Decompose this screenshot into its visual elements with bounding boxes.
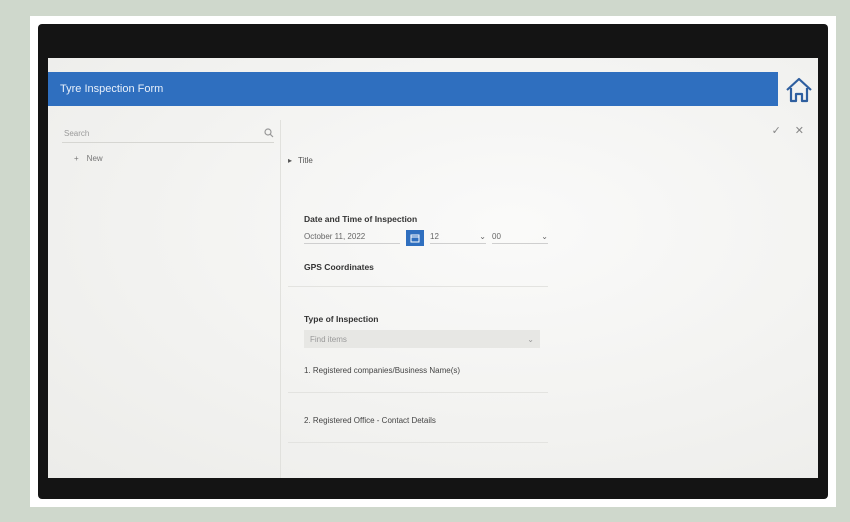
minute-value: 00	[492, 232, 501, 241]
app-title: Tyre Inspection Form	[60, 83, 164, 95]
date-time-row: October 11, 2022 12 ⌄ 00 ⌄	[304, 230, 548, 246]
plus-icon: +	[74, 154, 79, 163]
form-actions: ✓ ✕	[772, 124, 804, 137]
home-icon	[786, 77, 812, 103]
minute-select[interactable]: 00 ⌄	[492, 232, 548, 244]
chevron-down-icon: ⌄	[479, 232, 486, 241]
search-input[interactable]: Search	[62, 124, 274, 143]
sidebar: Search + New	[48, 120, 281, 478]
hour-select[interactable]: 12 ⌄	[430, 232, 486, 244]
type-dropdown[interactable]: Find items ⌄	[304, 330, 540, 348]
sidebar-item-new[interactable]: + New	[74, 154, 103, 163]
chevron-right-icon: ▸	[288, 156, 293, 165]
check-icon[interactable]: ✓	[772, 124, 781, 137]
dropdown-placeholder: Find items	[310, 334, 347, 344]
form-panel: ▸ Title Date and Time of Inspection Octo…	[288, 146, 778, 478]
calendar-icon	[410, 234, 420, 243]
hour-value: 12	[430, 232, 439, 241]
sidebar-item-label: New	[86, 154, 103, 163]
section-item-office[interactable]: 2. Registered Office - Contact Details	[304, 416, 436, 425]
app-screen: Tyre Inspection Form Search + New ✓ ✕ ▸ …	[48, 58, 818, 478]
divider	[288, 442, 548, 443]
gps-label: GPS Coordinates	[304, 262, 374, 272]
date-label: Date and Time of Inspection	[304, 214, 418, 224]
chevron-down-icon: ⌄	[541, 232, 548, 241]
title-bar: Tyre Inspection Form	[48, 72, 778, 106]
date-input[interactable]: October 11, 2022	[304, 232, 400, 244]
calendar-button[interactable]	[406, 230, 424, 246]
search-placeholder: Search	[64, 128, 90, 138]
chevron-down-icon: ⌄	[527, 334, 534, 344]
divider	[288, 392, 548, 393]
close-icon[interactable]: ✕	[795, 124, 804, 137]
section-header[interactable]: ▸ Title	[288, 156, 313, 165]
section-item-companies[interactable]: 1. Registered companies/Business Name(s)	[304, 366, 460, 375]
type-label: Type of Inspection	[304, 314, 379, 324]
section-title: Title	[298, 156, 313, 165]
home-button[interactable]	[780, 72, 818, 108]
search-icon[interactable]	[264, 128, 274, 138]
divider	[288, 286, 548, 287]
